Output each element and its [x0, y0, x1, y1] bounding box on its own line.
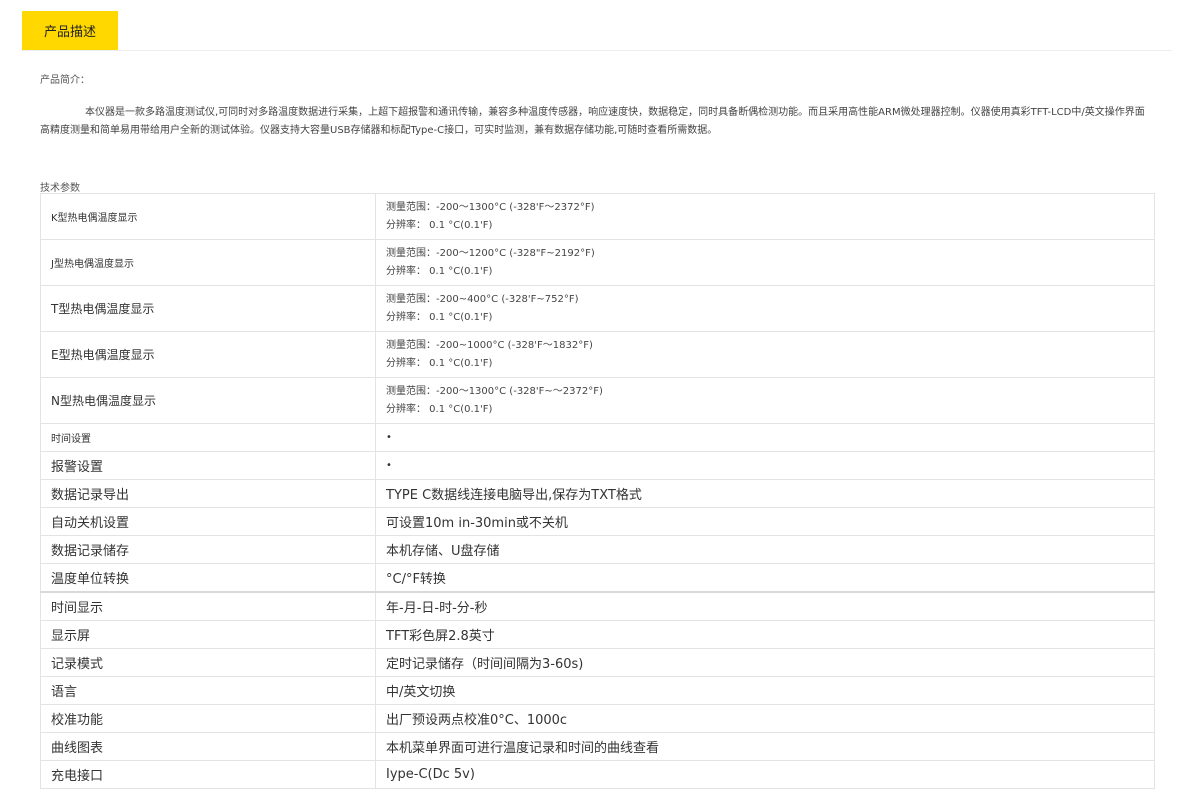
spec-name: 充电接口 — [40, 760, 376, 789]
spec-name: E型热电偶温度显示 — [40, 331, 376, 378]
table-row: 数据记录导出 TYPE C数据线连接电脑导出,保存为TXT格式 — [40, 479, 1155, 508]
spec-value: 测量范围：-200～1300°C (-328'F～2372°F) 分辨率： 0.… — [375, 193, 1155, 240]
spec-name: 时间设置 — [40, 423, 376, 452]
tab-product-description[interactable]: 产品描述 — [22, 11, 118, 50]
table-row: N型热电偶温度显示 测量范围：-200～1300°C (-328'F~～2372… — [40, 377, 1155, 424]
resolution: 分辨率： 0.1 °C(0.1'F) — [386, 265, 493, 277]
spec-name: 显示屏 — [40, 620, 376, 649]
table-row: 自动关机设置 可设置10m in-30min或不关机 — [40, 507, 1155, 536]
spec-value: TYPE C数据线连接电脑导出,保存为TXT格式 — [375, 479, 1155, 508]
tab-bar: 产品描述 — [22, 11, 1172, 51]
spec-name: N型热电偶温度显示 — [40, 377, 376, 424]
resolution: 分辨率： 0.1 °C(0.1'F) — [386, 403, 493, 415]
table-row: E型热电偶温度显示 测量范围：-200~1000°C (-328'F～1832°… — [40, 331, 1155, 378]
spec-value: 测量范围：-200～1300°C (-328'F~～2372°F) 分辨率： 0… — [375, 377, 1155, 424]
table-row: 校准功能 出厂预设两点校准0°C、1000c — [40, 704, 1155, 733]
measure-range: 测量范围：-200~400°C (-328'F~752°F) — [386, 293, 579, 305]
spec-value: 年-月-日-时-分-秒 — [375, 591, 1155, 621]
spec-value: 测量范围：-200～1200°C (-328"F~2192°F) 分辨率： 0.… — [375, 239, 1155, 286]
spec-value: 定时记录储存（时间间隔为3-60s) — [375, 648, 1155, 677]
spec-name: 时间显示 — [40, 591, 376, 621]
spec-name: 数据记录储存 — [40, 535, 376, 564]
spec-value: 测量范围：-200~400°C (-328'F~752°F) 分辨率： 0.1 … — [375, 285, 1155, 332]
spec-name: K型热电偶温度显示 — [40, 193, 376, 240]
resolution: 分辨率： 0.1 °C(0.1'F) — [386, 311, 493, 323]
table-row: 数据记录储存 本机存储、U盘存储 — [40, 535, 1155, 564]
table-row: T型热电偶温度显示 测量范围：-200~400°C (-328'F~752°F)… — [40, 285, 1155, 332]
measure-range: 测量范围：-200～1300°C (-328'F～2372°F) — [386, 201, 595, 213]
spec-name: 数据记录导出 — [40, 479, 376, 508]
spec-value: 中/英文切换 — [375, 676, 1155, 705]
spec-value: 可设置10m in-30min或不关机 — [375, 507, 1155, 536]
table-row: 显示屏 TFT彩色屏2.8英寸 — [40, 620, 1155, 649]
table-row: 语言 中/英文切换 — [40, 676, 1155, 705]
spec-value: • — [375, 451, 1155, 480]
spec-name: 自动关机设置 — [40, 507, 376, 536]
measure-range: 测量范围：-200～1300°C (-328'F~～2372°F) — [386, 385, 603, 397]
table-row: 曲线图表 本机菜单界面可进行温度记录和时间的曲线查看 — [40, 732, 1155, 761]
spec-name: J型热电偶温度显示 — [40, 239, 376, 286]
resolution: 分辨率： 0.1 °C(0.1'F) — [386, 357, 493, 369]
measure-range: 测量范围：-200～1200°C (-328"F~2192°F) — [386, 247, 595, 259]
spec-table: K型热电偶温度显示 测量范围：-200～1300°C (-328'F～2372°… — [40, 193, 1155, 789]
table-row: 记录模式 定时记录储存（时间间隔为3-60s) — [40, 648, 1155, 677]
measure-range: 测量范围：-200~1000°C (-328'F～1832°F) — [386, 339, 593, 351]
spec-value: 本机菜单界面可进行温度记录和时间的曲线查看 — [375, 732, 1155, 761]
spec-value: 本机存储、U盘存储 — [375, 535, 1155, 564]
specs-heading: 技术参数 — [40, 183, 80, 194]
spec-name: 报警设置 — [40, 451, 376, 480]
table-row: 时间设置 • — [40, 423, 1155, 452]
spec-name: 温度单位转换 — [40, 563, 376, 593]
spec-name: T型热电偶温度显示 — [40, 285, 376, 332]
spec-value: • — [375, 423, 1155, 452]
spec-name: 曲线图表 — [40, 732, 376, 761]
table-row: K型热电偶温度显示 测量范围：-200～1300°C (-328'F～2372°… — [40, 193, 1155, 240]
table-row: 充电接口 Iype-C(Dc 5v) — [40, 760, 1155, 789]
spec-name: 语言 — [40, 676, 376, 705]
spec-value: 出厂预设两点校准0°C、1000c — [375, 704, 1155, 733]
spec-value: TFT彩色屏2.8英寸 — [375, 620, 1155, 649]
intro-heading: 产品简介： — [40, 75, 90, 86]
table-row: J型热电偶温度显示 测量范围：-200～1200°C (-328"F~2192°… — [40, 239, 1155, 286]
intro-paragraph: 本仪器是一款多路温度测试仪,可同时对多路温度数据进行采集，上超下超报警和通讯传输… — [40, 107, 1145, 136]
table-row: 时间显示 年-月-日-时-分-秒 — [40, 591, 1155, 621]
spec-value: °C/°F转换 — [375, 563, 1155, 593]
resolution: 分辨率： 0.1 °C(0.1'F) — [386, 219, 493, 231]
spec-name: 记录模式 — [40, 648, 376, 677]
spec-value: Iype-C(Dc 5v) — [375, 760, 1155, 789]
spec-name: 校准功能 — [40, 704, 376, 733]
spec-value: 测量范围：-200~1000°C (-328'F～1832°F) 分辨率： 0.… — [375, 331, 1155, 378]
table-row: 报警设置 • — [40, 451, 1155, 480]
table-row: 温度单位转换 °C/°F转换 — [40, 563, 1155, 593]
